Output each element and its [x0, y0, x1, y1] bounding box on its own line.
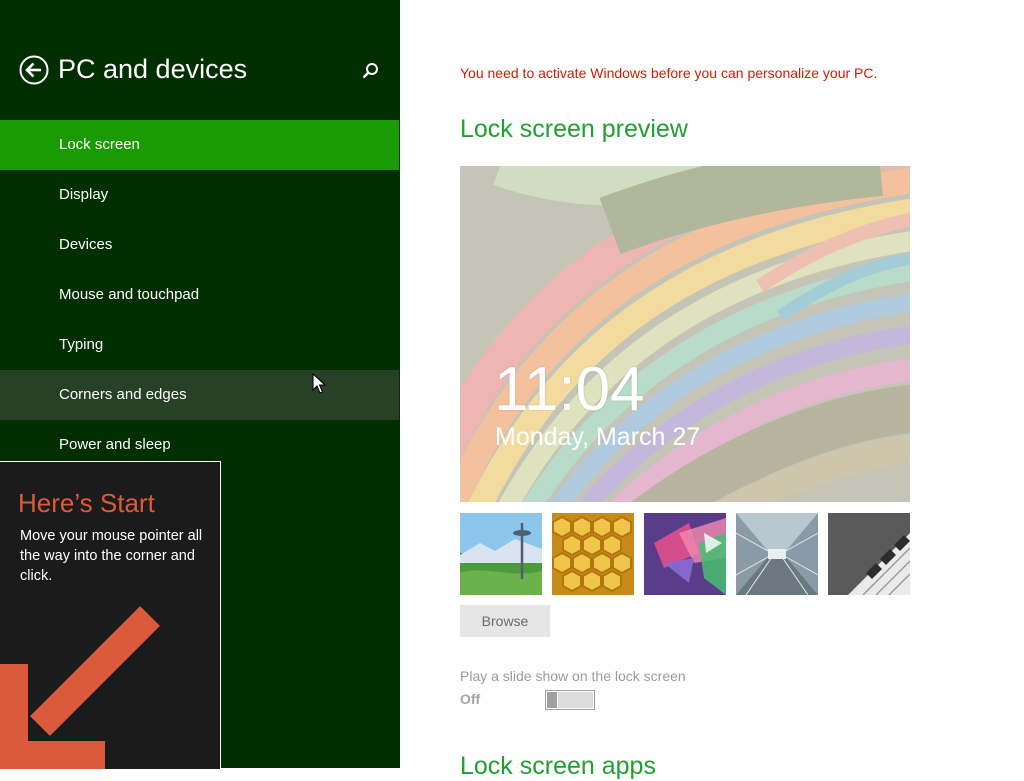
sidebar-item-lock-screen[interactable]: Lock screen [0, 120, 399, 170]
sidebar-item-devices[interactable]: Devices [0, 220, 399, 270]
sidebar-item-label: Corners and edges [59, 386, 187, 403]
slideshow-toggle[interactable] [545, 690, 595, 710]
back-arrow-icon[interactable] [19, 55, 49, 85]
thumbnail-geometric[interactable] [644, 513, 726, 595]
lock-screen-preview-heading: Lock screen preview [460, 115, 688, 143]
lock-screen-apps-heading: Lock screen apps [460, 752, 656, 780]
sidebar-item-label: Power and sleep [59, 436, 171, 453]
sidebar-item-mouse-and-touchpad[interactable]: Mouse and touchpad [0, 270, 399, 320]
activation-warning[interactable]: You need to activate Windows before you … [460, 65, 877, 81]
slideshow-toggle-state: Off [460, 691, 481, 707]
browse-button[interactable]: Browse [460, 605, 550, 637]
thumbnail-space-needle[interactable] [460, 513, 542, 595]
sidebar-item-corners-and-edges[interactable]: Corners and edges [0, 370, 399, 420]
page-title: PC and devices [58, 54, 248, 84]
toggle-knob [547, 692, 557, 708]
mouse-cursor-icon [312, 372, 327, 395]
lock-screen-preview: 11:04 Monday, March 27 [460, 166, 910, 502]
start-tip-popup: Here’s Start Move your mouse pointer all… [0, 461, 221, 769]
start-tip-body: Move your mouse pointer all the way into… [20, 528, 203, 584]
start-tip-title: Here’s Start [18, 488, 155, 518]
sidebar-item-display[interactable]: Display [0, 170, 399, 220]
thumbnail-tunnel[interactable] [736, 513, 818, 595]
sidebar-item-label: Display [59, 186, 109, 203]
arrow-down-left-icon [0, 602, 170, 769]
sidebar-item-typing[interactable]: Typing [0, 320, 399, 370]
sidebar-item-label: Devices [59, 236, 113, 253]
lock-screen-time: 11:04 [494, 355, 645, 424]
toggle-track [558, 692, 593, 708]
thumbnail-honeycomb[interactable] [552, 513, 634, 595]
thumbnail-piano[interactable] [828, 513, 910, 595]
sidebar-item-label: Typing [59, 336, 104, 353]
sidebar-item-label: Mouse and touchpad [59, 286, 200, 303]
search-icon[interactable] [360, 60, 382, 82]
slideshow-label: Play a slide show on the lock screen [460, 668, 686, 684]
sidebar-item-label: Lock screen [59, 136, 140, 153]
lock-screen-date: Monday, March 27 [495, 423, 701, 451]
